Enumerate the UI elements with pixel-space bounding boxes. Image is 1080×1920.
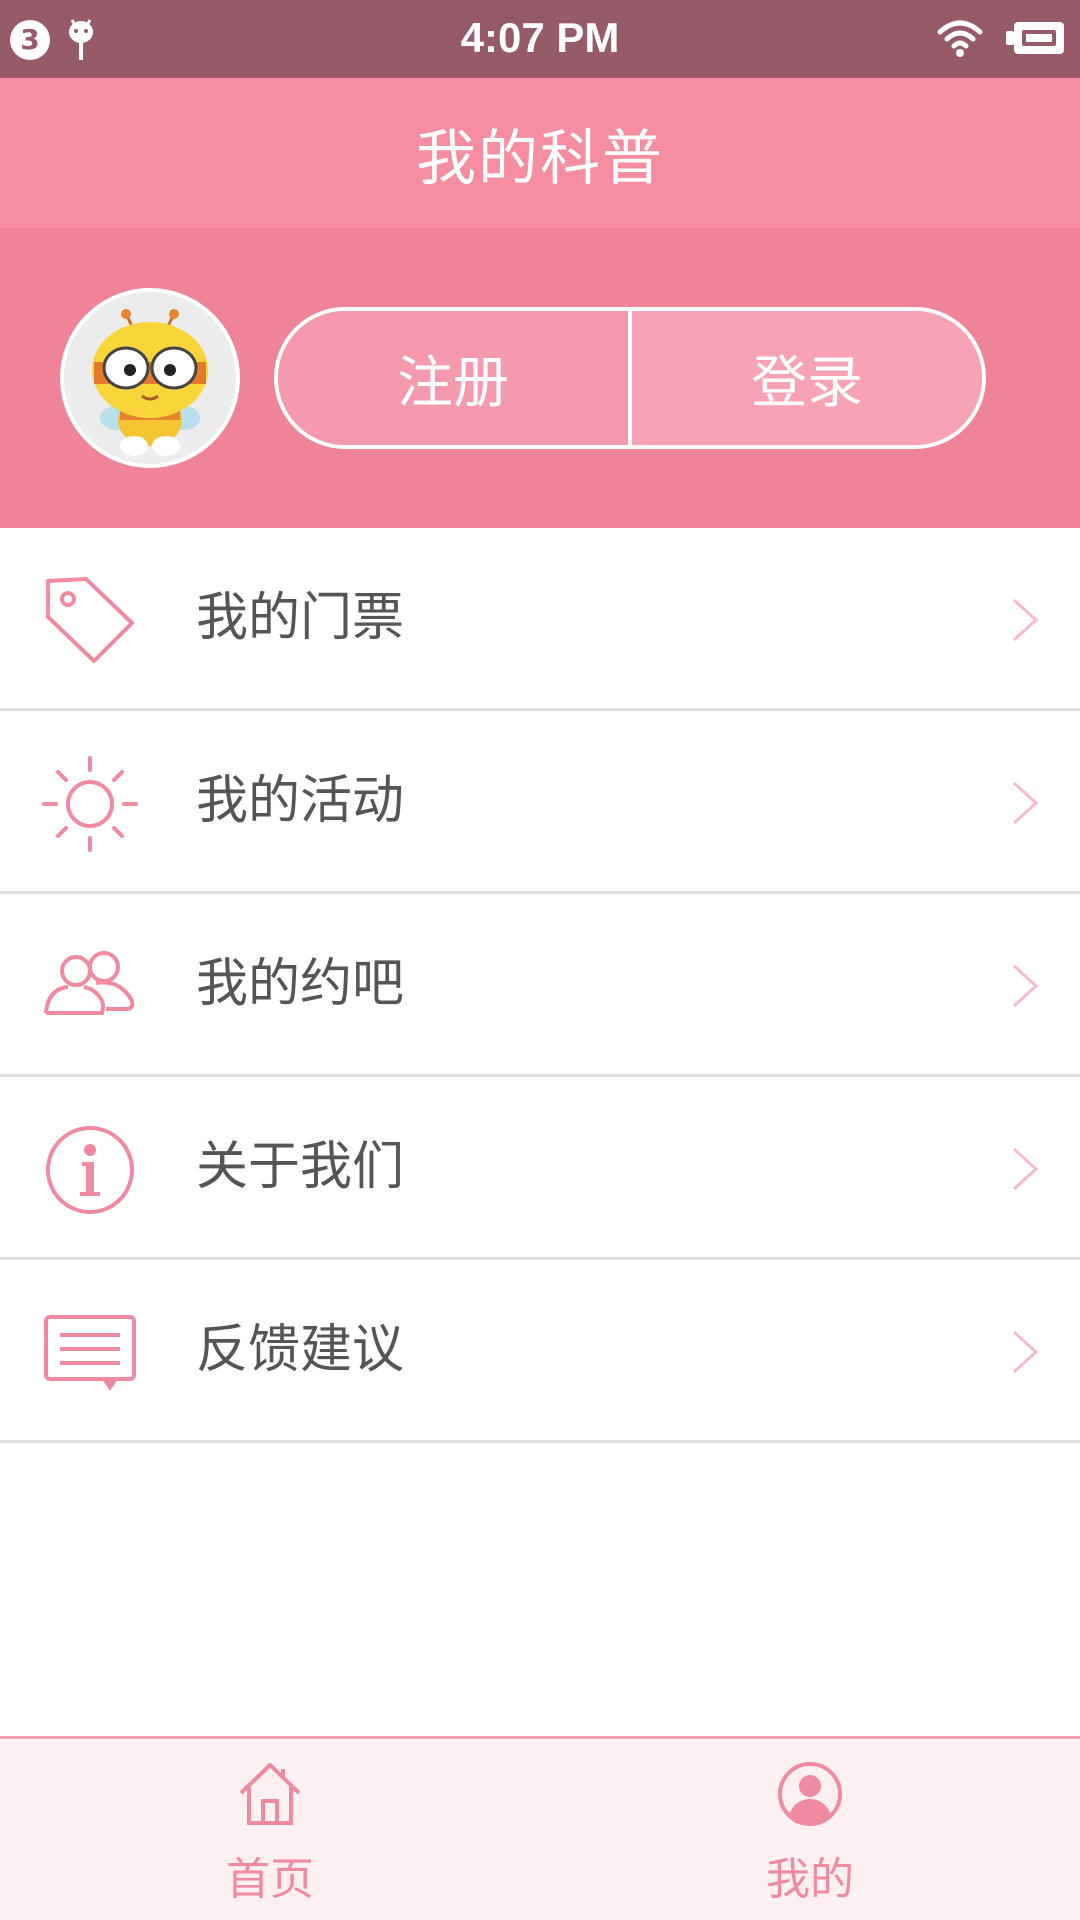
chevron-right-icon [1012,598,1039,642]
tab-label: 首页 [226,1854,314,1905]
status-bar: 3 4:07 PM [0,0,1080,78]
feedback-icon [44,1315,136,1391]
chevron-right-icon [1012,1147,1039,1191]
title-bar: 我的科普 [0,78,1080,228]
chevron-right-icon [1012,1330,1039,1374]
status-right [936,18,1066,58]
chevron-right-icon [1012,964,1039,1008]
sun-icon [42,756,138,852]
wifi-icon [937,20,983,57]
login-button[interactable]: 登录 [632,311,982,445]
battery-icon [1006,22,1064,54]
user-icon [778,1762,842,1826]
home-icon [239,1763,301,1825]
menu-item-label: 我的约吧 [196,954,405,1014]
auth-button-group: 注册 登录 [274,307,986,449]
app-screen: 3 4:07 PM 我的科普 注册 登录 我的门票 我的活动 我的约吧 关于我们… [0,0,1080,1920]
profile-header: 注册 登录 [0,228,1080,528]
menu-list: 我的门票 我的活动 我的约吧 关于我们 反馈建议 [0,528,1080,1443]
tab-mine[interactable]: 我的 [540,1739,1080,1920]
status-time: 4:07 PM [460,14,620,61]
menu-item-label: 反馈建议 [196,1320,405,1380]
menu-item-feedback[interactable]: 反馈建议 [0,1260,1080,1443]
ticket-tag-icon [46,577,134,663]
chevron-right-icon [1012,781,1039,825]
menu-item-my-meetups[interactable]: 我的约吧 [0,894,1080,1077]
register-button[interactable]: 注册 [278,311,632,445]
page-title: 我的科普 [416,123,664,194]
menu-item-label: 关于我们 [196,1137,405,1197]
avatar[interactable] [60,288,240,468]
menu-item-about-us[interactable]: 关于我们 [0,1077,1080,1260]
bee-avatar-icon [64,292,236,464]
menu-item-label: 我的活动 [196,771,405,831]
group-icon [44,951,135,1015]
tab-home[interactable]: 首页 [0,1739,540,1920]
info-icon [46,1126,134,1214]
menu-item-my-tickets[interactable]: 我的门票 [0,528,1080,711]
menu-item-label: 我的门票 [196,588,405,648]
bottom-tab-bar: 首页 我的 [0,1736,1080,1920]
tab-label: 我的 [766,1854,854,1905]
menu-item-my-activities[interactable]: 我的活动 [0,711,1080,894]
